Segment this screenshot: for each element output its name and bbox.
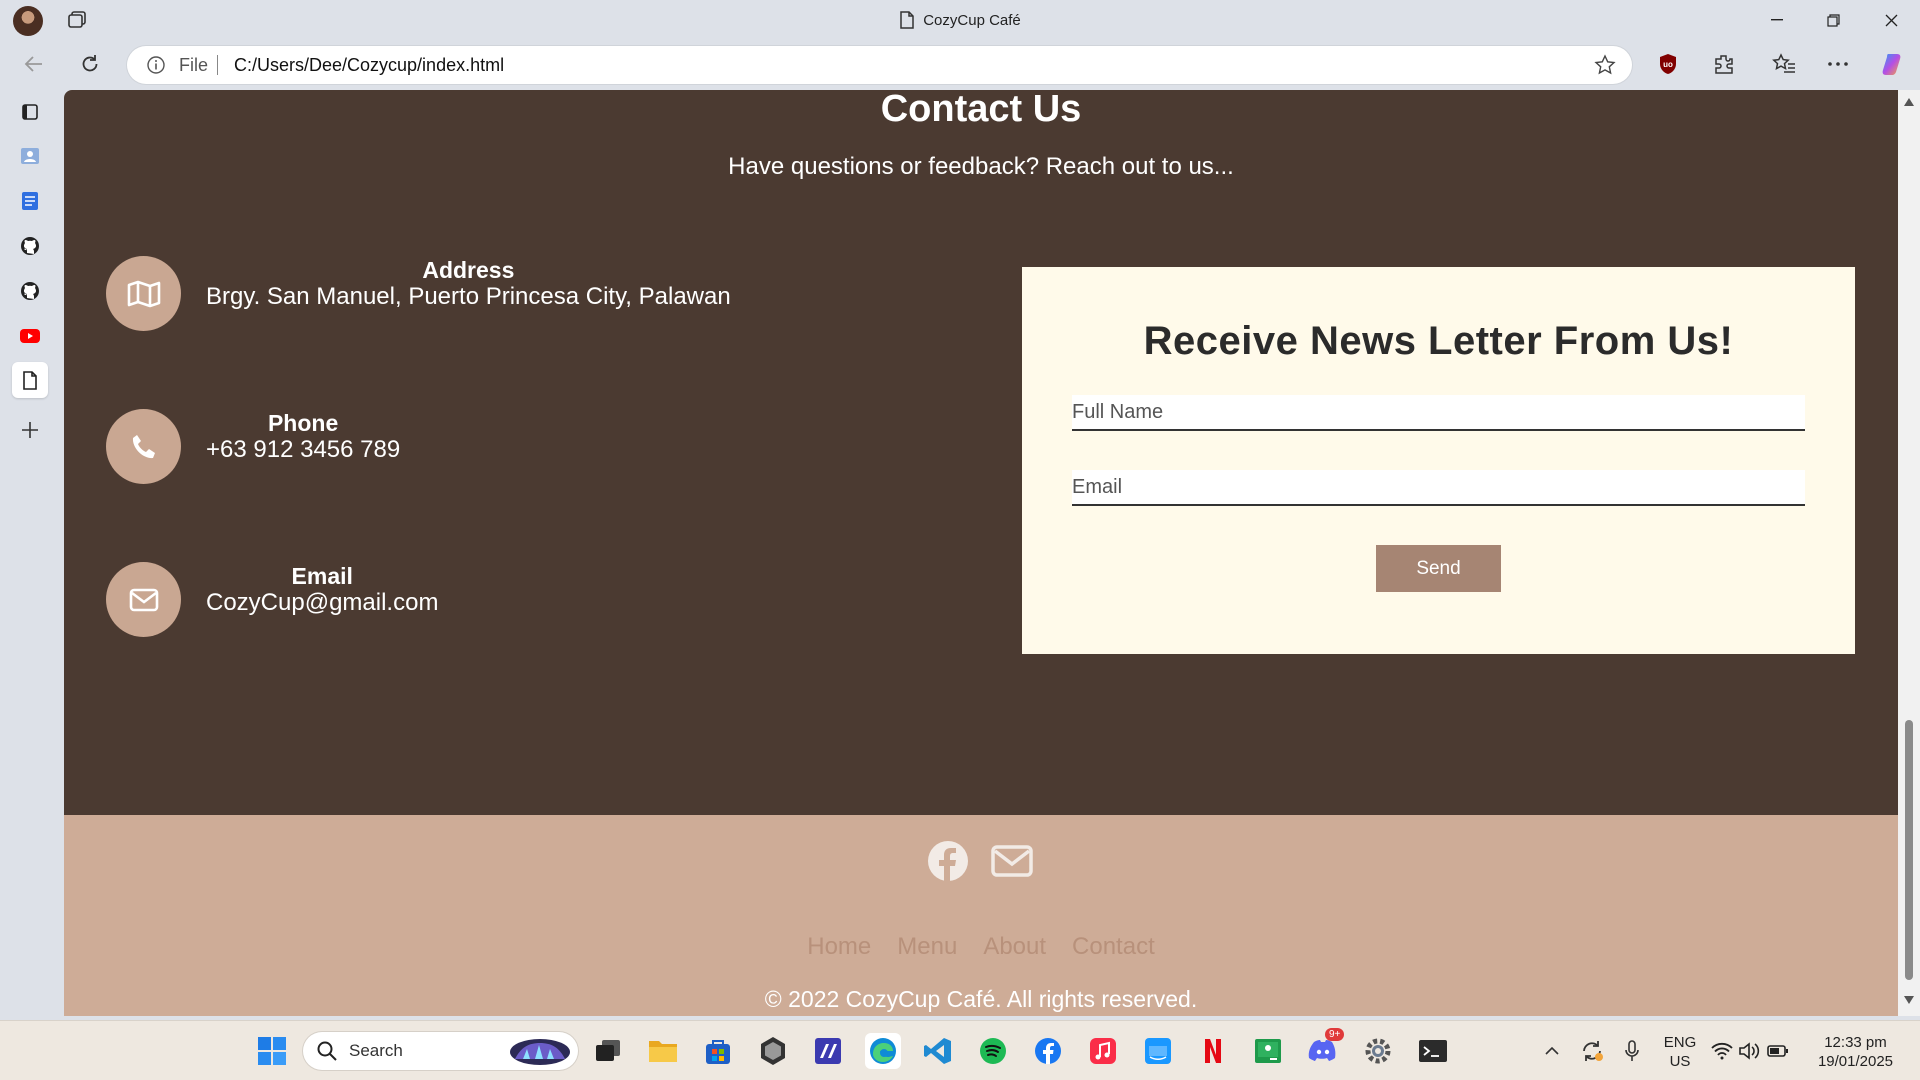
sidebar-page-icon[interactable] — [12, 362, 48, 398]
microsoft-store-icon[interactable] — [700, 1033, 736, 1069]
language-label: ENG — [1663, 1034, 1697, 1051]
taskbar-search[interactable]: Search — [303, 1032, 578, 1070]
newsletter-title: Receive News Letter From Us! — [1143, 319, 1734, 363]
sidebar-github-icon[interactable] — [12, 273, 48, 309]
chevron-up-icon[interactable] — [1534, 1033, 1570, 1069]
search-placeholder: Search — [349, 1041, 403, 1060]
clock-time: 12:33 pm — [1824, 1034, 1887, 1051]
contact-item-value: +63 912 3456 789 — [206, 436, 401, 463]
apple-music-icon[interactable] — [1085, 1033, 1121, 1069]
scroll-down-icon[interactable] — [1904, 996, 1914, 1004]
app-icon[interactable] — [810, 1033, 846, 1069]
copyright-text: © 2022 CozyCup Café. All rights reserved… — [764, 986, 1198, 1012]
edge-browser-icon[interactable] — [865, 1033, 901, 1069]
google-classroom-icon[interactable] — [1250, 1033, 1286, 1069]
contact-item-value: Brgy. San Manuel, Puerto Princesa City, … — [206, 283, 731, 310]
favorite-star-icon[interactable] — [1594, 54, 1616, 81]
phone-icon — [106, 409, 181, 484]
back-button[interactable] — [18, 48, 50, 80]
terminal-icon[interactable] — [1415, 1033, 1451, 1069]
page-icon — [900, 11, 914, 29]
copilot-icon[interactable] — [1878, 48, 1910, 80]
file-explorer-icon[interactable] — [645, 1033, 681, 1069]
footer-link-menu[interactable]: Menu — [897, 933, 957, 961]
url-text[interactable]: C:/Users/Dee/Cozycup/index.html — [234, 55, 504, 76]
facebook-icon[interactable] — [927, 840, 969, 882]
sidebar-tabs-icon[interactable] — [12, 94, 48, 130]
unity-hub-icon[interactable] — [755, 1033, 791, 1069]
extensions-icon[interactable] — [1708, 48, 1740, 80]
url-separator — [217, 55, 218, 75]
web-page-viewport: Contact Us Have questions or feedback? R… — [64, 90, 1920, 1016]
contact-subtitle: Have questions or feedback? Reach out to… — [728, 153, 1234, 180]
window-title: CozyCup Café — [923, 11, 1021, 29]
windows-taskbar: Search 9+ ENG US 12:33 pm 19/01/2025 — [0, 1020, 1920, 1080]
footer-link-about[interactable]: About — [983, 933, 1046, 961]
sidebar-contacts-icon[interactable] — [12, 138, 48, 174]
browser-sidebar — [0, 88, 62, 1018]
browser-toolbar: File C:/Users/Dee/Cozycup/index.html uo — [0, 40, 1920, 88]
system-tray-icons[interactable] — [1710, 1033, 1790, 1069]
sidebar-notes-icon[interactable] — [12, 183, 48, 219]
region-label: US — [1669, 1053, 1691, 1070]
full-name-input[interactable] — [1072, 395, 1805, 431]
discord-badge: 9+ — [1325, 1028, 1345, 1041]
clock[interactable]: 12:33 pm 19/01/2025 — [1808, 1033, 1903, 1071]
newsletter-form: Receive News Letter From Us! Send — [1022, 267, 1855, 654]
page-scrollbar[interactable] — [1898, 90, 1920, 1016]
info-icon[interactable] — [147, 56, 165, 79]
search-icon — [317, 1041, 337, 1061]
address-bar[interactable]: File C:/Users/Dee/Cozycup/index.html — [127, 46, 1632, 84]
url-scheme-label: File — [179, 55, 209, 75]
sidebar-add-icon[interactable] — [12, 412, 48, 448]
refresh-button[interactable] — [74, 48, 106, 80]
scroll-up-icon[interactable] — [1904, 98, 1914, 106]
close-button[interactable] — [1862, 0, 1920, 40]
envelope-icon[interactable] — [991, 840, 1033, 882]
contact-title: Contact Us — [880, 90, 1082, 130]
browser-title-bar: CozyCup Café — [0, 0, 1920, 40]
contact-item-label: Email — [291, 563, 353, 589]
spotify-icon[interactable] — [975, 1033, 1011, 1069]
footer-link-contact[interactable]: Contact — [1072, 933, 1155, 961]
contact-item-value: CozyCup@gmail.com — [206, 589, 439, 616]
svg-text:uo: uo — [1663, 60, 1673, 69]
discord-icon[interactable]: 9+ — [1305, 1028, 1345, 1069]
restore-button[interactable] — [1804, 0, 1862, 40]
more-options-icon[interactable] — [1822, 48, 1854, 80]
wifi-icon — [1711, 1042, 1733, 1060]
search-highlight-icon — [510, 1039, 570, 1065]
vscode-icon[interactable] — [920, 1033, 956, 1069]
windows-start-icon[interactable] — [254, 1033, 290, 1069]
task-view-icon[interactable] — [590, 1033, 626, 1069]
contact-section: Contact Us Have questions or feedback? R… — [64, 90, 1898, 815]
email-input[interactable] — [1072, 470, 1805, 506]
settings-gear-icon[interactable] — [1360, 1033, 1396, 1069]
sidebar-youtube-icon[interactable] — [12, 318, 48, 354]
sidebar-github-icon[interactable] — [12, 228, 48, 264]
contact-item-label: Address — [422, 257, 515, 283]
map-icon — [106, 256, 181, 331]
scrollbar-thumb[interactable] — [1905, 720, 1913, 980]
sync-icon[interactable] — [1574, 1033, 1610, 1069]
profile-avatar[interactable] — [13, 6, 43, 36]
ublock-extension-icon[interactable]: uo — [1652, 48, 1684, 80]
envelope-icon — [106, 562, 181, 637]
send-button[interactable]: Send — [1376, 545, 1501, 592]
page-footer: Home Menu About Contact © 2022 CozyCup C… — [64, 815, 1898, 1016]
language-indicator[interactable]: ENG US — [1655, 1033, 1705, 1071]
prime-video-icon[interactable] — [1140, 1033, 1176, 1069]
minimize-button[interactable] — [1748, 0, 1806, 40]
battery-icon — [1767, 1045, 1788, 1057]
netflix-icon[interactable] — [1195, 1033, 1231, 1069]
tab-actions-icon[interactable] — [66, 10, 88, 30]
footer-nav: Home Menu About Contact — [64, 933, 1898, 961]
clock-date: 19/01/2025 — [1817, 1053, 1894, 1070]
microphone-icon[interactable] — [1614, 1033, 1650, 1069]
footer-link-home[interactable]: Home — [807, 933, 871, 961]
favorites-icon[interactable] — [1768, 48, 1800, 80]
contact-item-label: Phone — [267, 410, 339, 436]
volume-icon — [1739, 1042, 1760, 1060]
facebook-app-icon[interactable] — [1030, 1033, 1066, 1069]
